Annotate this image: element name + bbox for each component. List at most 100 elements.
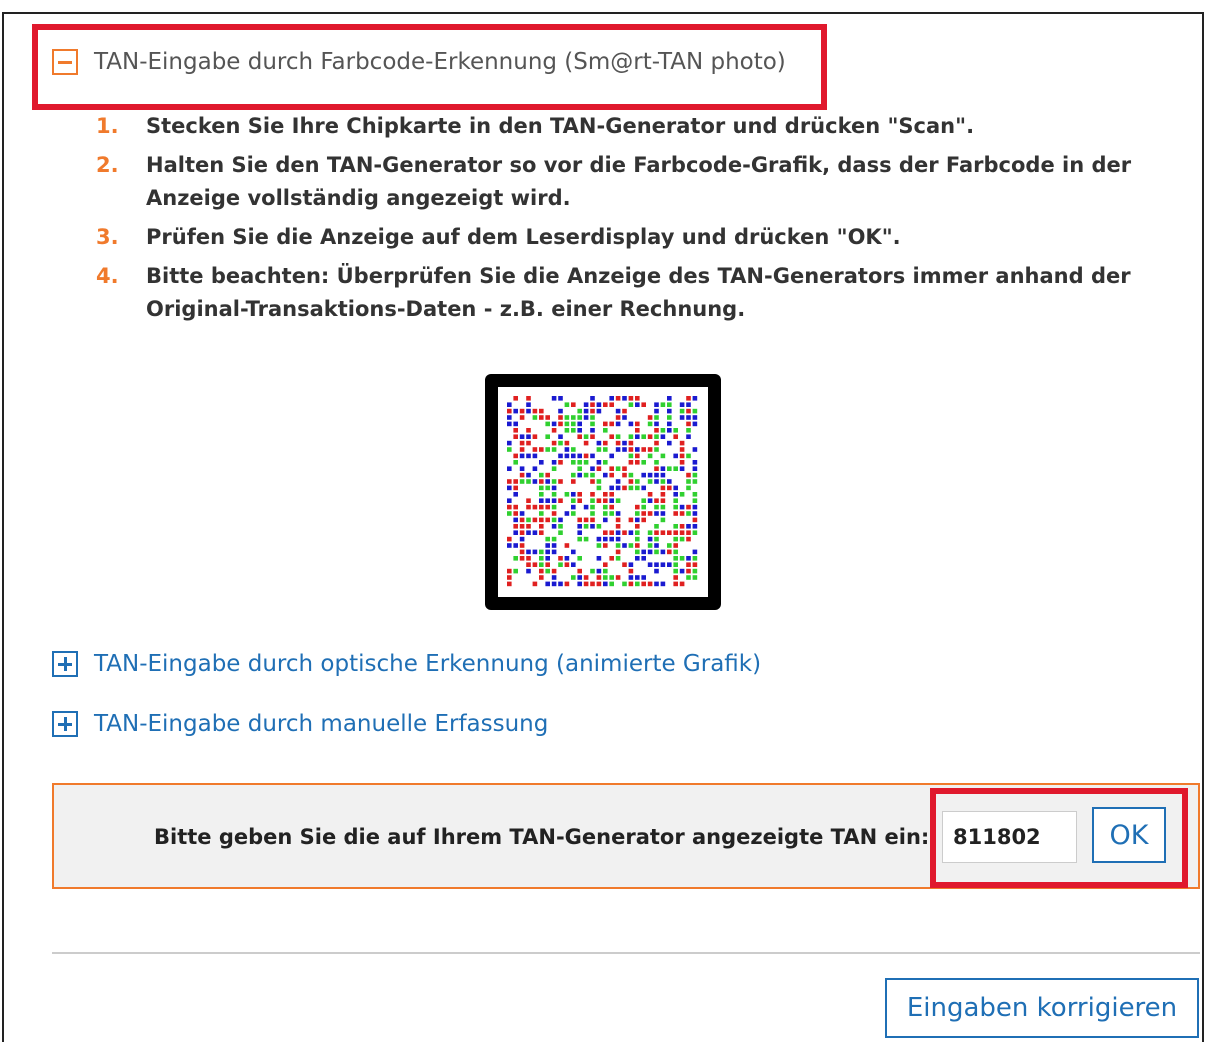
color-code-dot	[622, 472, 627, 478]
color-code-dot	[558, 453, 563, 459]
color-code-dot	[654, 504, 659, 510]
color-code-dot	[545, 536, 550, 542]
color-code-dot	[583, 460, 589, 465]
color-code-dot	[603, 581, 608, 587]
color-code-dot	[679, 453, 685, 459]
color-code-dot	[622, 562, 627, 567]
color-code-dot	[622, 447, 627, 452]
color-code-dot	[519, 440, 525, 446]
divider	[52, 952, 1200, 954]
color-code-dot	[628, 421, 634, 427]
color-code-dot	[596, 466, 602, 471]
color-code-dot	[596, 524, 602, 529]
color-code-dot	[603, 440, 608, 446]
color-code-dot	[526, 408, 531, 414]
color-code-dot	[635, 421, 640, 427]
section-manual-label[interactable]: TAN-Eingabe durch manuelle Erfassung	[94, 711, 548, 737]
section-optical-toggle[interactable]: TAN-Eingabe durch optische Erkennung (an…	[52, 651, 761, 677]
section-phototan-label[interactable]: TAN-Eingabe durch Farbcode-Erkennung (Sm…	[94, 49, 786, 75]
correct-entries-button[interactable]: Eingaben korrigieren	[885, 978, 1199, 1038]
color-code-dot	[615, 466, 621, 471]
step-number: 1.	[96, 114, 119, 138]
color-code-dot	[558, 530, 563, 535]
color-code-dot	[635, 453, 640, 459]
tan-entry-label: Bitte geben Sie die auf Ihrem TAN-Genera…	[154, 825, 930, 849]
color-code-dot	[609, 575, 614, 580]
color-code-dot	[654, 530, 659, 535]
color-code-dot	[539, 524, 544, 529]
color-code-dot	[603, 447, 608, 452]
color-code-dot	[577, 434, 582, 439]
color-code-dot	[590, 498, 595, 503]
color-code-dot	[507, 511, 512, 516]
color-code-dot	[551, 492, 557, 497]
color-code-dot	[545, 581, 550, 587]
color-code-dot	[628, 485, 634, 491]
color-code-dot	[615, 530, 621, 535]
color-code-dot	[603, 504, 608, 510]
color-code-dot	[609, 492, 614, 497]
section-optical-label[interactable]: TAN-Eingabe durch optische Erkennung (an…	[94, 651, 761, 677]
color-code-dot	[596, 408, 602, 414]
section-phototan-toggle[interactable]: TAN-Eingabe durch Farbcode-Erkennung (Sm…	[52, 49, 786, 75]
color-code-dot	[507, 543, 512, 548]
color-code-dot	[641, 485, 646, 491]
color-code-dot	[647, 447, 653, 452]
color-code-dot	[692, 517, 698, 523]
expand-plus-icon[interactable]	[52, 711, 78, 737]
color-code-dot	[609, 556, 614, 561]
color-code-dot	[692, 504, 698, 510]
color-code-dot	[564, 402, 570, 407]
color-code-dot	[686, 562, 691, 567]
color-code-dot	[667, 466, 672, 471]
color-code-dot	[507, 498, 512, 503]
color-code-dot	[551, 498, 557, 503]
color-code-dot	[673, 434, 678, 439]
color-code-dot	[692, 575, 698, 580]
color-code-dot	[686, 524, 691, 529]
section-manual-toggle[interactable]: TAN-Eingabe durch manuelle Erfassung	[52, 711, 548, 737]
color-code-dot	[577, 408, 582, 414]
color-code-dot	[513, 511, 518, 516]
color-code-dot	[622, 466, 627, 471]
color-code-dot	[507, 575, 512, 580]
color-code-dot	[532, 504, 538, 510]
color-code-dot	[545, 556, 550, 561]
color-code-dot	[660, 466, 666, 471]
expand-plus-icon[interactable]	[52, 651, 78, 677]
ok-button[interactable]: OK	[1092, 807, 1166, 863]
color-code-dot	[519, 549, 525, 555]
color-code-dot	[647, 562, 653, 567]
color-code-dot	[686, 434, 691, 439]
color-code-dot	[551, 536, 557, 542]
color-code-dot	[679, 524, 685, 529]
color-code-dot	[603, 536, 608, 542]
color-code-dot	[609, 581, 614, 587]
color-code-dot	[596, 556, 602, 561]
color-code-dot	[571, 421, 576, 427]
color-code-dot	[654, 568, 659, 574]
color-code-dot	[628, 530, 634, 535]
color-code-dot	[654, 415, 659, 420]
color-code-dot	[577, 556, 582, 561]
color-code-dot	[583, 440, 589, 446]
color-code-dot	[526, 472, 531, 478]
step-text: Prüfen Sie die Anzeige auf dem Leserdisp…	[146, 225, 901, 249]
color-code-dot	[513, 408, 518, 414]
color-code-dot	[660, 549, 666, 555]
color-code-dot	[673, 581, 678, 587]
color-code-dot	[673, 485, 678, 491]
color-code-dot	[692, 511, 698, 516]
color-code-dot	[526, 428, 531, 433]
color-code-dot	[615, 498, 621, 503]
color-code-dot	[551, 581, 557, 587]
step-text: Stecken Sie Ihre Chipkarte in den TAN-Ge…	[146, 114, 975, 138]
collapse-minus-icon[interactable]	[52, 49, 78, 75]
color-code-dot	[635, 517, 640, 523]
color-code-dot	[577, 530, 582, 535]
tan-input[interactable]	[942, 811, 1077, 863]
color-code-dot	[667, 421, 672, 427]
color-code-dot	[692, 415, 698, 420]
color-code-dot	[647, 415, 653, 420]
step-text: Bitte beachten: Überprüfen Sie die Anzei…	[146, 264, 1131, 321]
